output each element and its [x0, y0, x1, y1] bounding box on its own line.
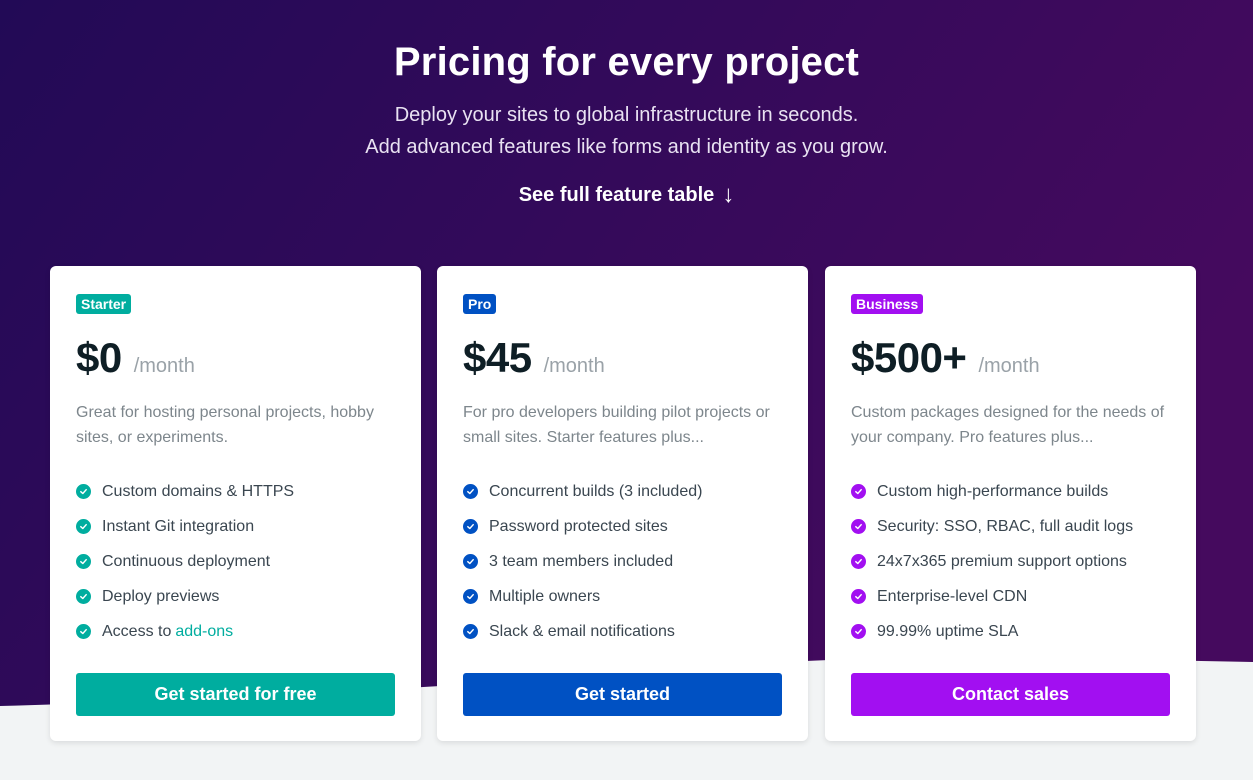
feature-text: 3 team members included	[489, 552, 674, 570]
plan-card-starter: Starter $0 /month Great for hosting pers…	[50, 266, 421, 741]
feature-item: Slack & email notifications	[463, 614, 782, 649]
feature-text: Enterprise-level CDN	[877, 587, 1028, 605]
feature-item: Continuous deployment	[76, 544, 395, 579]
feature-text: Continuous deployment	[102, 552, 271, 570]
feature-item: Custom high-performance builds	[851, 474, 1170, 509]
price-row: $45 /month	[463, 334, 782, 382]
feature-text: Custom high-performance builds	[877, 482, 1109, 500]
check-circle-icon	[463, 624, 478, 639]
feature-item: Instant Git integration	[76, 509, 395, 544]
feature-text: Deploy previews	[102, 587, 220, 605]
get-started-free-button[interactable]: Get started for free	[76, 673, 395, 716]
plan-card-business: Business $500+ /month Custom packages de…	[825, 266, 1196, 741]
arrow-down-icon: ↓	[722, 181, 735, 208]
page-title: Pricing for every project	[393, 40, 860, 84]
check-circle-icon	[851, 624, 866, 639]
feature-text: Slack & email notifications	[489, 622, 675, 640]
feature-item: Custom domains & HTTPS	[76, 474, 395, 509]
feature-item: 99.99% uptime SLA	[851, 614, 1170, 649]
feature-text: Instant Git integration	[102, 517, 255, 535]
feature-text: Password protected sites	[489, 517, 668, 535]
check-circle-icon	[76, 554, 91, 569]
contact-sales-button[interactable]: Contact sales	[851, 673, 1170, 716]
price-row: $500+ /month	[851, 334, 1170, 382]
feature-text: Security: SSO, RBAC, full audit logs	[877, 517, 1134, 535]
feature-item: Multiple owners	[463, 579, 782, 614]
feature-item: Password protected sites	[463, 509, 782, 544]
feature-item: Concurrent builds (3 included)	[463, 474, 782, 509]
plan-badge: Business	[851, 294, 924, 314]
check-circle-icon	[463, 554, 478, 569]
feature-list: Custom domains & HTTPS Instant Git integ…	[76, 474, 395, 649]
check-circle-icon	[76, 589, 91, 604]
plan-description: Custom packages designed for the needs o…	[851, 404, 1165, 446]
check-circle-icon	[463, 589, 478, 604]
check-circle-icon	[851, 554, 866, 569]
feature-text: 24x7x365 premium support options	[877, 552, 1127, 570]
feature-item: 3 team members included	[463, 544, 782, 579]
hero-section: Pricing for every project Deploy your si…	[0, 0, 1253, 207]
plan-badge: Pro	[463, 294, 497, 314]
check-circle-icon	[463, 484, 478, 499]
plan-period: /month	[133, 355, 195, 377]
plan-period: /month	[543, 355, 605, 377]
plan-description: For pro developers building pilot projec…	[463, 404, 770, 446]
plan-description: Great for hosting personal projects, hob…	[76, 404, 374, 446]
plan-price: $0	[76, 334, 122, 381]
check-circle-icon	[851, 484, 866, 499]
feature-text: 99.99% uptime SLA	[877, 622, 1019, 640]
feature-list: Custom high-performance builds Security:…	[851, 474, 1170, 649]
plan-price: $45	[463, 334, 532, 381]
feature-item: Enterprise-level CDN	[851, 579, 1170, 614]
feature-item: Deploy previews	[76, 579, 395, 614]
check-circle-icon	[76, 484, 91, 499]
feature-table-link[interactable]: See full feature table ↓	[519, 183, 735, 207]
feature-item: 24x7x365 premium support options	[851, 544, 1170, 579]
page-subtitle: Deploy your sites to global infrastructu…	[0, 99, 1253, 163]
feature-table-link-label: See full feature table	[518, 183, 715, 206]
feature-text: Custom domains & HTTPS	[102, 482, 295, 500]
check-circle-icon	[76, 624, 91, 639]
subtitle-line-1: Deploy your sites to global infrastructu…	[394, 104, 859, 126]
plan-badge: Starter	[76, 294, 132, 314]
plan-price: $500+	[851, 334, 967, 381]
feature-list: Concurrent builds (3 included) Password …	[463, 474, 782, 649]
check-circle-icon	[463, 519, 478, 534]
feature-item: Access to add-ons	[76, 614, 395, 649]
subtitle-line-2: Add advanced features like forms and ide…	[365, 136, 888, 158]
feature-item: Security: SSO, RBAC, full audit logs	[851, 509, 1170, 544]
check-circle-icon	[851, 519, 866, 534]
feature-text: Multiple owners	[489, 587, 601, 605]
feature-text: Concurrent builds (3 included)	[489, 482, 703, 500]
feature-text: Access to	[102, 622, 172, 640]
plan-period: /month	[978, 355, 1040, 377]
plan-card-pro: Pro $45 /month For pro developers buildi…	[437, 266, 808, 741]
price-row: $0 /month	[76, 334, 395, 382]
check-circle-icon	[76, 519, 91, 534]
check-circle-icon	[851, 589, 866, 604]
add-ons-link[interactable]: add-ons	[175, 623, 233, 641]
get-started-button[interactable]: Get started	[463, 673, 782, 716]
